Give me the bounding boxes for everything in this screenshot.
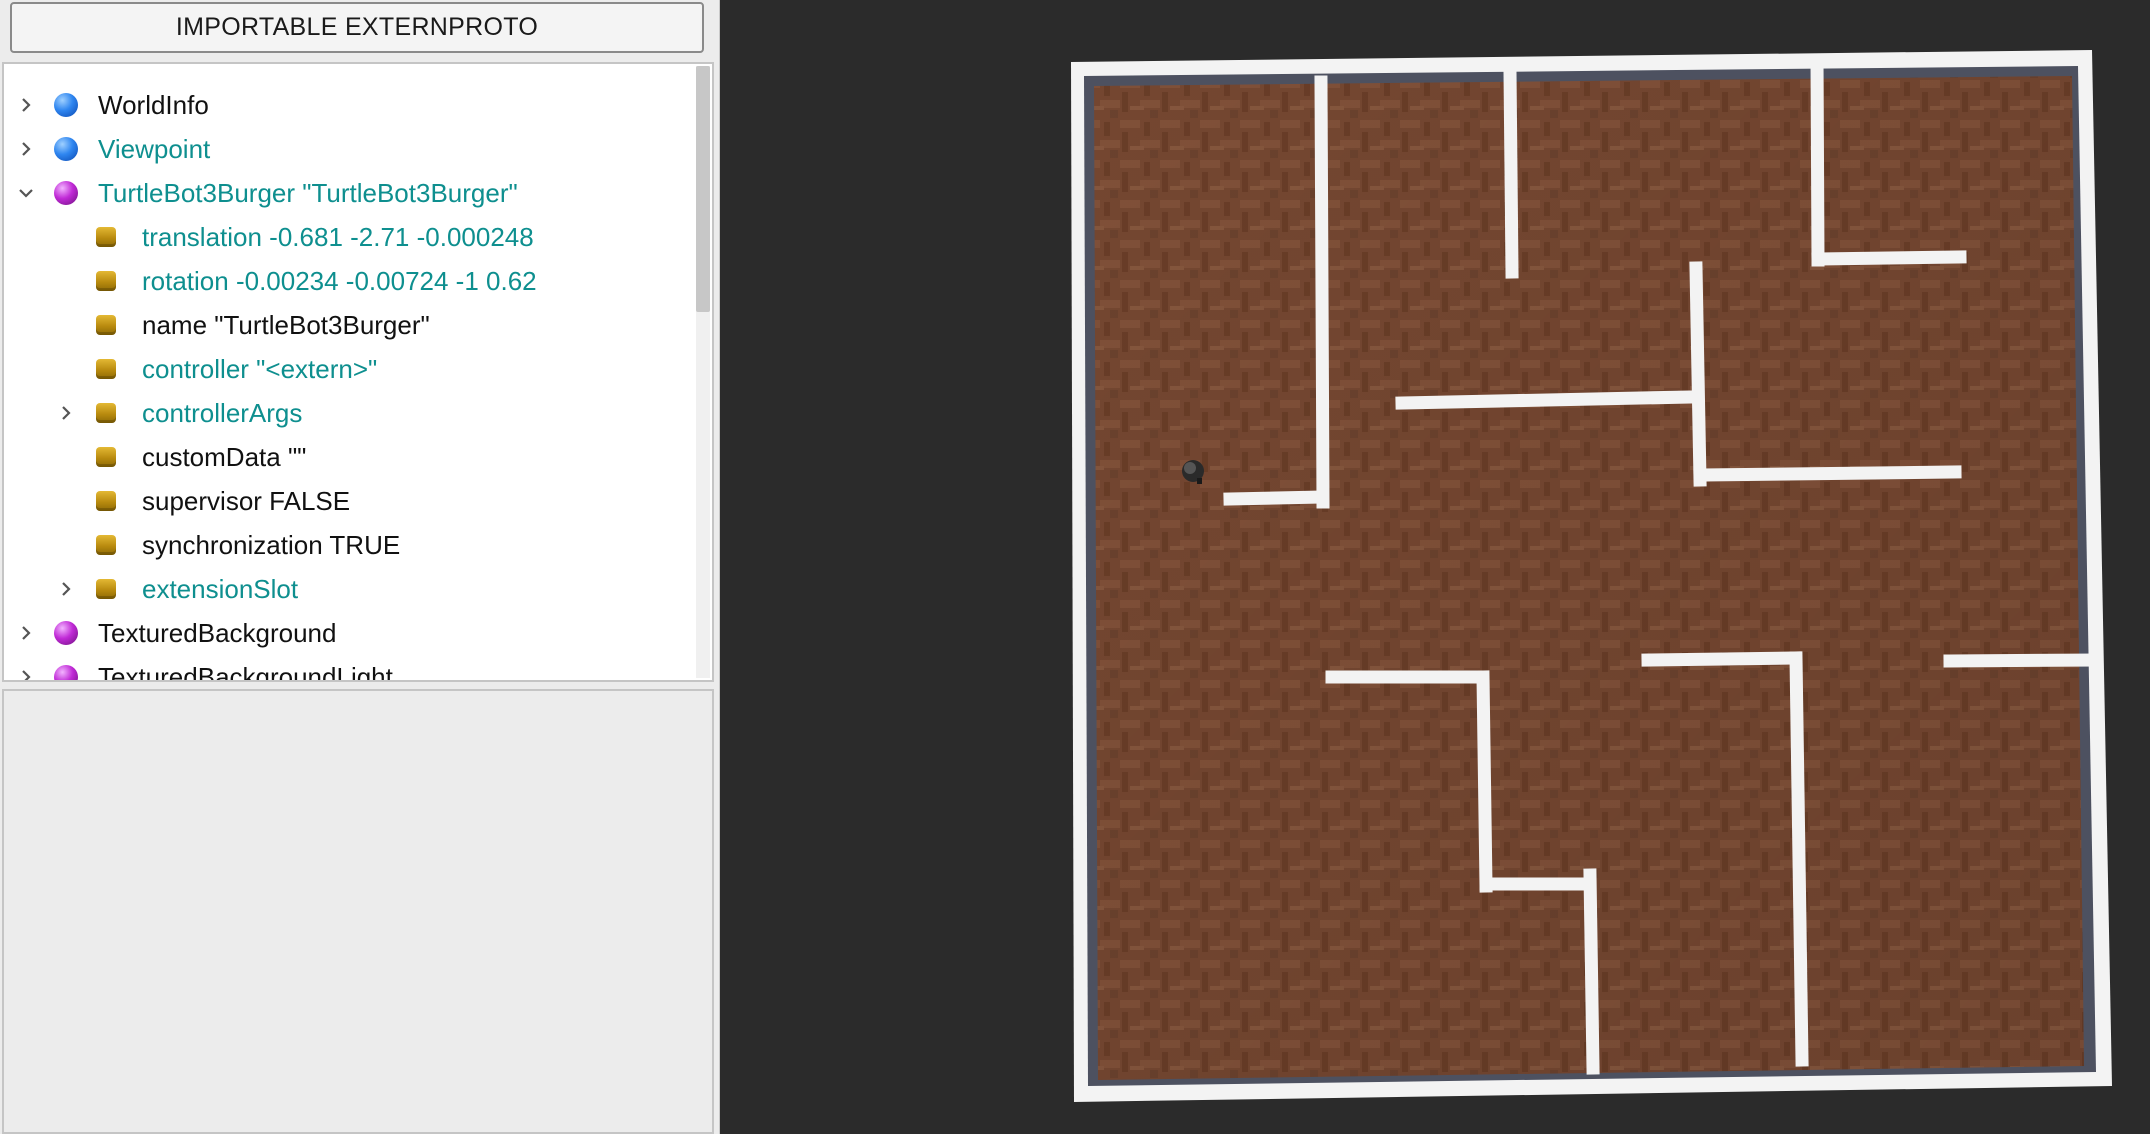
tree-node-label: TexturedBackgroundLight	[98, 661, 393, 682]
field-icon	[96, 579, 116, 599]
field-editor-panel	[2, 689, 714, 1134]
field-icon	[96, 403, 116, 423]
field-icon	[96, 315, 116, 335]
tree-node-label: TexturedBackground	[98, 617, 337, 648]
purple-sphere-icon	[54, 181, 78, 205]
field-icon	[96, 447, 116, 467]
field-label: name "TurtleBot3Burger"	[142, 309, 430, 340]
chevron-right-icon[interactable]	[16, 83, 36, 127]
chevron-down-icon[interactable]	[16, 171, 36, 215]
field-label: controllerArgs	[142, 397, 303, 428]
field-label: extensionSlot	[142, 573, 299, 604]
field-controllerargs[interactable]: controllerArgs	[4, 391, 694, 435]
chevron-right-icon[interactable]	[56, 391, 76, 435]
field-extensionslot[interactable]: extensionSlot	[4, 567, 694, 611]
tree-node-texturedbackground[interactable]: TexturedBackground	[4, 611, 694, 655]
field-label: translation -0.681 -2.71 -0.000248	[142, 221, 534, 252]
field-label: synchronization TRUE	[142, 529, 401, 560]
field-customdata[interactable]: customData ""	[4, 435, 694, 479]
blue-sphere-icon	[54, 137, 78, 161]
blue-sphere-icon	[54, 93, 78, 117]
field-name[interactable]: name "TurtleBot3Burger"	[4, 303, 694, 347]
webots-window: IMPORTABLE EXTERNPROTO WorldInfo Viewpoi…	[0, 0, 2150, 1134]
field-icon	[96, 359, 116, 379]
scrollbar-thumb[interactable]	[696, 66, 710, 312]
scene-tree[interactable]: WorldInfo Viewpoint TurtleBot3Burger "Tu…	[2, 62, 714, 682]
chevron-right-icon[interactable]	[16, 611, 36, 655]
field-label: supervisor FALSE	[142, 485, 351, 516]
chevron-right-icon[interactable]	[16, 655, 36, 680]
field-label: controller "<extern>"	[142, 353, 378, 384]
maze-scene	[1071, 50, 2112, 1102]
field-icon	[96, 227, 116, 247]
field-label: customData ""	[142, 441, 307, 472]
tree-node-label: Viewpoint	[98, 133, 211, 164]
tree-node-viewpoint[interactable]: Viewpoint	[4, 127, 694, 171]
3d-viewport[interactable]	[720, 0, 2150, 1134]
field-icon	[96, 535, 116, 555]
field-translation[interactable]: translation -0.681 -2.71 -0.000248	[4, 215, 694, 259]
tree-node-label: WorldInfo	[98, 89, 209, 120]
field-controller[interactable]: controller "<extern>"	[4, 347, 694, 391]
importable-externproto-button[interactable]: IMPORTABLE EXTERNPROTO	[10, 2, 704, 53]
purple-sphere-icon	[54, 621, 78, 645]
chevron-right-icon[interactable]	[56, 567, 76, 611]
scene-tree-panel: IMPORTABLE EXTERNPROTO WorldInfo Viewpoi…	[0, 0, 720, 1134]
purple-sphere-icon	[54, 665, 78, 680]
field-icon	[96, 491, 116, 511]
tree-node-turtlebot3burger[interactable]: TurtleBot3Burger "TurtleBot3Burger"	[4, 171, 694, 215]
tree-node-worldinfo[interactable]: WorldInfo	[4, 83, 694, 127]
field-label: rotation -0.00234 -0.00724 -1 0.62	[142, 265, 537, 296]
field-supervisor[interactable]: supervisor FALSE	[4, 479, 694, 523]
field-icon	[96, 271, 116, 291]
field-synchronization[interactable]: synchronization TRUE	[4, 523, 694, 567]
tree-node-texturedbackgroundlight[interactable]: TexturedBackgroundLight	[4, 655, 694, 682]
chevron-right-icon[interactable]	[16, 127, 36, 171]
tree-node-label: TurtleBot3Burger "TurtleBot3Burger"	[98, 177, 518, 208]
field-rotation[interactable]: rotation -0.00234 -0.00724 -1 0.62	[4, 259, 694, 303]
